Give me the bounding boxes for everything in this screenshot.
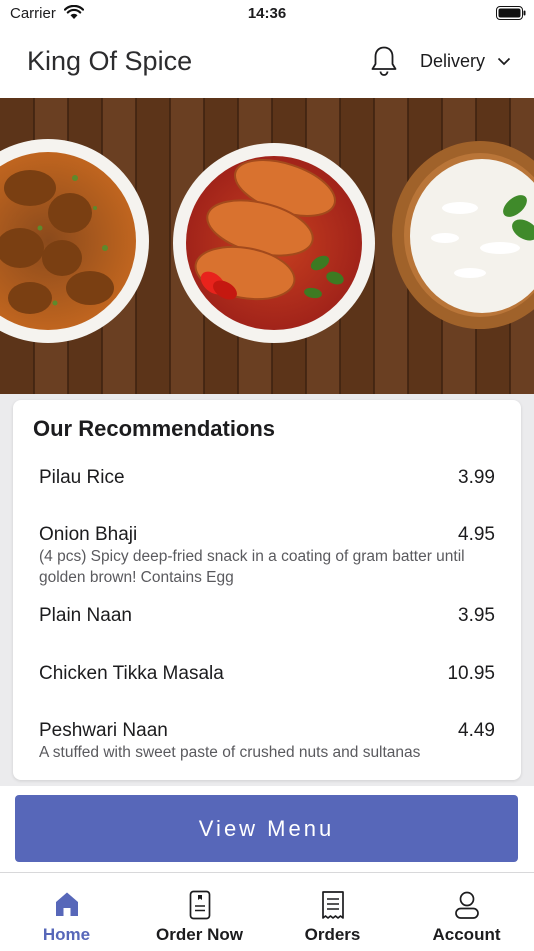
battery-icon — [496, 6, 526, 20]
recommendations-card: Our Recommendations Pilau Rice 3.99 Onio… — [13, 400, 521, 780]
status-bar: Carrier 14:36 — [0, 0, 534, 28]
item-price: 3.99 — [458, 467, 495, 488]
item-price: 4.49 — [458, 720, 495, 741]
chevron-down-icon[interactable] — [497, 57, 511, 66]
home-icon — [55, 892, 78, 916]
tab-label: Account — [432, 925, 501, 944]
item-description: A stuffed with sweet paste of crushed nu… — [39, 744, 421, 761]
restaurant-title: King Of Spice — [27, 46, 193, 76]
tab-account[interactable]: Account — [400, 873, 533, 951]
clock: 14:36 — [247, 5, 287, 22]
item-name: Chicken Tikka Masala — [39, 663, 224, 684]
item-price: 10.95 — [447, 663, 495, 684]
delivery-selector[interactable]: Delivery — [420, 51, 485, 72]
tab-order-now[interactable]: Order Now — [133, 873, 266, 951]
item-description: (4 pcs) Spicy deep-fried snack in a coat… — [39, 548, 465, 586]
receipt-icon — [321, 891, 344, 919]
item-name: Plain Naan — [39, 605, 132, 626]
tab-bar: Home Order Now Orders Account — [0, 872, 534, 951]
tab-home[interactable]: Home — [0, 873, 133, 951]
order-icon — [189, 890, 210, 920]
item-name: Peshwari Naan — [39, 720, 168, 741]
item-name: Pilau Rice — [39, 467, 125, 488]
item-price: 3.95 — [458, 605, 495, 626]
bell-icon[interactable] — [370, 45, 398, 77]
hero-food-image — [0, 98, 534, 394]
tab-label: Orders — [304, 925, 361, 944]
tab-orders[interactable]: Orders — [266, 873, 399, 951]
item-price: 4.95 — [458, 524, 495, 545]
view-menu-area: View Menu — [0, 786, 534, 872]
tab-label: Home — [42, 925, 91, 944]
recommendations-title: Our Recommendations — [33, 416, 276, 441]
account-icon — [454, 891, 479, 919]
item-name: Onion Bhaji — [39, 524, 138, 545]
app-header: King Of Spice Delivery — [0, 28, 534, 98]
tab-label: Order Now — [156, 925, 243, 944]
view-menu-button[interactable]: View Menu — [15, 795, 518, 862]
